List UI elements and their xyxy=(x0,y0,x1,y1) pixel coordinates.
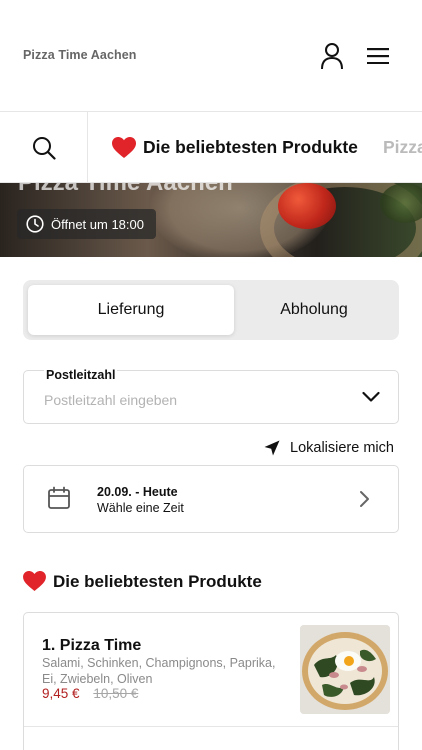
section-title-text: Die beliebtesten Produkte xyxy=(53,571,262,591)
chevron-down-icon xyxy=(362,391,380,402)
category-bar: Die beliebtesten Produkte Pizza xyxy=(0,112,422,183)
category-tab-label: Pizza xyxy=(383,137,422,157)
location-arrow-icon xyxy=(264,440,280,456)
category-tab-label: Die beliebtesten Produkte xyxy=(143,137,358,157)
clock-icon xyxy=(26,215,44,233)
hero-image-tomato xyxy=(278,183,336,229)
category-search-button[interactable] xyxy=(0,112,88,182)
search-icon xyxy=(32,136,56,160)
locate-me-label: Lokalisiere mich xyxy=(290,440,394,456)
delivery-date: 20.09. - Heute xyxy=(97,485,178,499)
locate-me-button[interactable]: Lokalisiere mich xyxy=(264,440,394,456)
product-old-price: 10,50 € xyxy=(93,686,139,701)
hero-title: Pizza Time Aachen xyxy=(18,183,233,197)
delivery-time-picker[interactable]: 20.09. - Heute Wähle eine Zeit xyxy=(23,465,399,533)
chevron-right-icon xyxy=(360,491,369,507)
product-image xyxy=(300,625,390,714)
opening-time-text: Öffnet um 18:00 xyxy=(51,216,144,232)
product-prices: 9,45 € 10,50 € xyxy=(42,686,138,701)
postcode-select[interactable]: Postleitzahl xyxy=(23,368,399,424)
category-tab-popular[interactable]: Die beliebtesten Produkte xyxy=(112,112,358,182)
hero-banner: Pizza Time Aachen Öffnet um 18:00 xyxy=(0,183,422,257)
delivery-mode-toggle: Lieferung Abholung xyxy=(23,280,399,340)
choose-time-hint: Wähle eine Zeit xyxy=(97,501,184,515)
product-list: 1. Pizza Time Salami, Schinken, Champign… xyxy=(23,612,399,750)
product-description: Salami, Schinken, Champignons, Paprika, … xyxy=(42,656,276,686)
brand-name[interactable]: Pizza Time Aachen xyxy=(23,48,137,62)
hero-image-herbs xyxy=(380,183,422,223)
app-header: Pizza Time Aachen xyxy=(0,0,422,112)
product-name: 1. Pizza Time xyxy=(42,637,142,654)
postcode-input[interactable] xyxy=(44,392,344,408)
menu-button[interactable] xyxy=(362,40,394,72)
opening-time-badge: Öffnet um 18:00 xyxy=(17,209,156,239)
postcode-label: Postleitzahl xyxy=(44,368,118,382)
heart-icon xyxy=(23,571,46,592)
heart-icon xyxy=(112,136,136,159)
calendar-icon xyxy=(48,486,70,509)
pickup-option-button[interactable]: Abholung xyxy=(234,285,394,335)
category-tab-pizza[interactable]: Pizza xyxy=(383,112,422,182)
user-account-button[interactable] xyxy=(316,40,348,72)
section-title-popular: Die beliebtesten Produkte xyxy=(23,571,262,592)
delivery-option-button[interactable]: Lieferung xyxy=(28,285,234,335)
product-price: 9,45 € xyxy=(42,686,80,701)
product-item[interactable]: 1. Pizza Time Salami, Schinken, Champign… xyxy=(24,613,398,727)
user-icon xyxy=(321,43,343,70)
hamburger-menu-icon xyxy=(367,48,389,64)
